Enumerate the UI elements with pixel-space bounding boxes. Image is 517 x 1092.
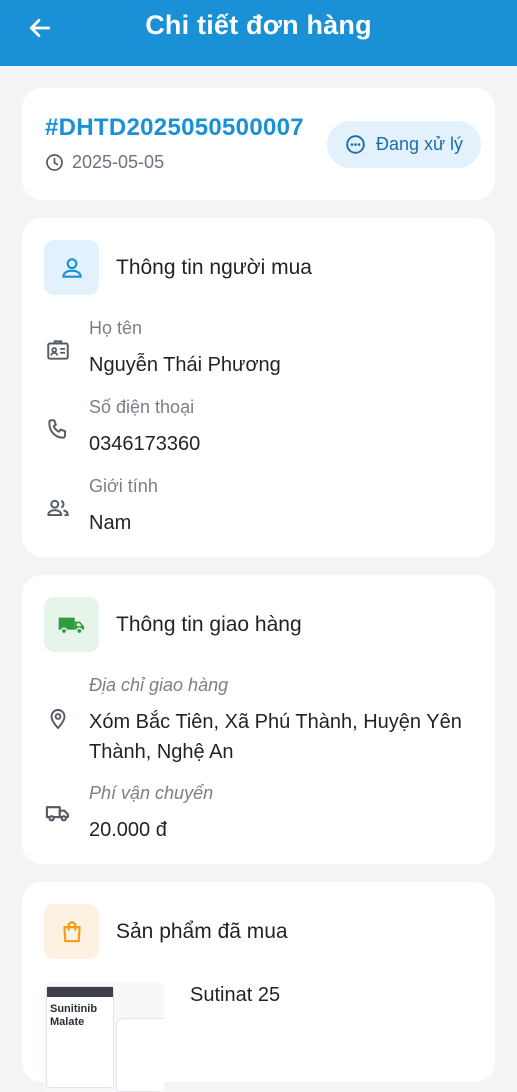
shipping-fee-row: Phí vận chuyển 20.000 đ (44, 783, 474, 847)
field-value: Nguyễn Thái Phương (89, 354, 281, 376)
phone-icon (44, 415, 72, 443)
field-value: 0346173360 (89, 433, 201, 455)
shipping-section-header: Thông tin giao hàng (44, 597, 302, 652)
field-label: Địa chỉ giao hàng (89, 675, 229, 695)
status-label: Đang xử lý (375, 134, 464, 154)
product-bottle (116, 1018, 164, 1092)
order-code: #DHTD2025050500007 (45, 114, 304, 141)
product-box-label: Sunitinib Malate (50, 1003, 98, 1028)
truck-icon (58, 617, 84, 634)
shipping-info-card: Thông tin giao hàng Địa chỉ giao hàng Xó… (22, 575, 495, 864)
person-icon-box (44, 240, 99, 295)
id-card-icon (44, 336, 72, 364)
more-horizontal-circle-icon (346, 135, 365, 154)
buyer-section-title: Thông tin người mua (116, 255, 312, 279)
buyer-phone-row: Số điện thoại 0346173360 (44, 397, 474, 461)
products-card: Sản phẩm đã mua Sunitinib Malate Sutinat… (22, 882, 495, 1092)
shipping-address-row: Địa chỉ giao hàng Xóm Bắc Tiên, Xã Phú T… (44, 675, 474, 770)
page-title: Chi tiết đơn hàng (145, 10, 372, 40)
order-date: 2025-05-05 (72, 152, 165, 172)
person-icon (61, 257, 82, 278)
truck-icon-box (44, 597, 99, 652)
shipping-section-title: Thông tin giao hàng (116, 612, 302, 636)
order-summary-card: #DHTD2025050500007 2025-05-05 Đang xử lý (22, 88, 495, 200)
truck-icon (44, 799, 72, 827)
product-name[interactable]: Sutinat 25 (190, 984, 280, 1007)
buyer-gender-row: Giới tính Nam (44, 476, 474, 540)
product-image[interactable]: Sunitinib Malate (44, 982, 164, 1092)
product-box: Sunitinib Malate (46, 986, 114, 1088)
people-icon (44, 494, 72, 522)
status-badge: Đang xử lý (327, 121, 481, 168)
app-bar: Chi tiết đơn hàng (0, 0, 517, 66)
field-label: Số điện thoại (89, 397, 195, 417)
product-box-stripe (47, 987, 113, 997)
order-date-row: 2025-05-05 (45, 152, 164, 173)
field-value: Nam (89, 512, 132, 534)
buyer-section-header: Thông tin người mua (44, 240, 312, 295)
field-value: 20.000 đ (89, 819, 167, 841)
field-label: Họ tên (89, 318, 143, 338)
products-section-header: Sản phẩm đã mua (44, 904, 288, 959)
field-label: Giới tính (89, 476, 158, 496)
buyer-name-row: Họ tên Nguyễn Thái Phương (44, 318, 474, 382)
location-pin-icon (44, 705, 72, 733)
shopping-bag-icon (62, 920, 81, 942)
shopping-bag-icon-box (44, 904, 99, 959)
buyer-info-card: Thông tin người mua Họ tên Nguyễn Thái P… (22, 218, 495, 557)
clock-icon (46, 154, 63, 171)
products-section-title: Sản phẩm đã mua (116, 919, 288, 943)
field-label: Phí vận chuyển (89, 783, 214, 803)
field-value: Xóm Bắc Tiên, Xã Phú Thành, Huyện Yên Th… (89, 711, 462, 763)
